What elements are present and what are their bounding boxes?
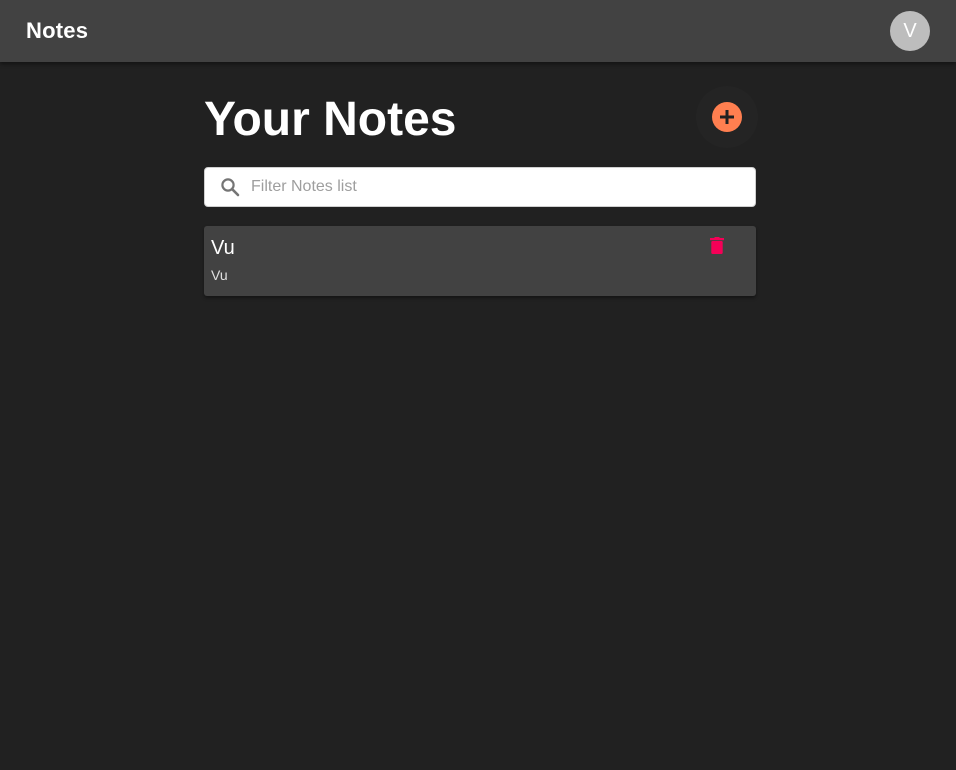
app-bar: Notes V xyxy=(0,0,956,62)
trash-icon xyxy=(710,237,724,259)
search-icon xyxy=(219,176,241,198)
add-note-button[interactable] xyxy=(696,86,758,148)
note-body: Vu xyxy=(211,267,228,283)
heading-row: Your Notes xyxy=(204,62,758,167)
app-title: Notes xyxy=(26,18,89,43)
page-title: Your Notes xyxy=(204,93,457,146)
note-title: Vu xyxy=(211,237,235,259)
search-box xyxy=(204,167,756,207)
notes-list: Vu Vu xyxy=(204,226,756,296)
search-input[interactable] xyxy=(251,172,731,202)
main-content: Your Notes Vu Vu xyxy=(204,62,758,296)
note-card[interactable]: Vu Vu xyxy=(204,226,756,296)
plus-circle-icon xyxy=(712,102,742,132)
avatar[interactable]: V xyxy=(890,11,930,51)
delete-note-button[interactable] xyxy=(707,237,727,259)
